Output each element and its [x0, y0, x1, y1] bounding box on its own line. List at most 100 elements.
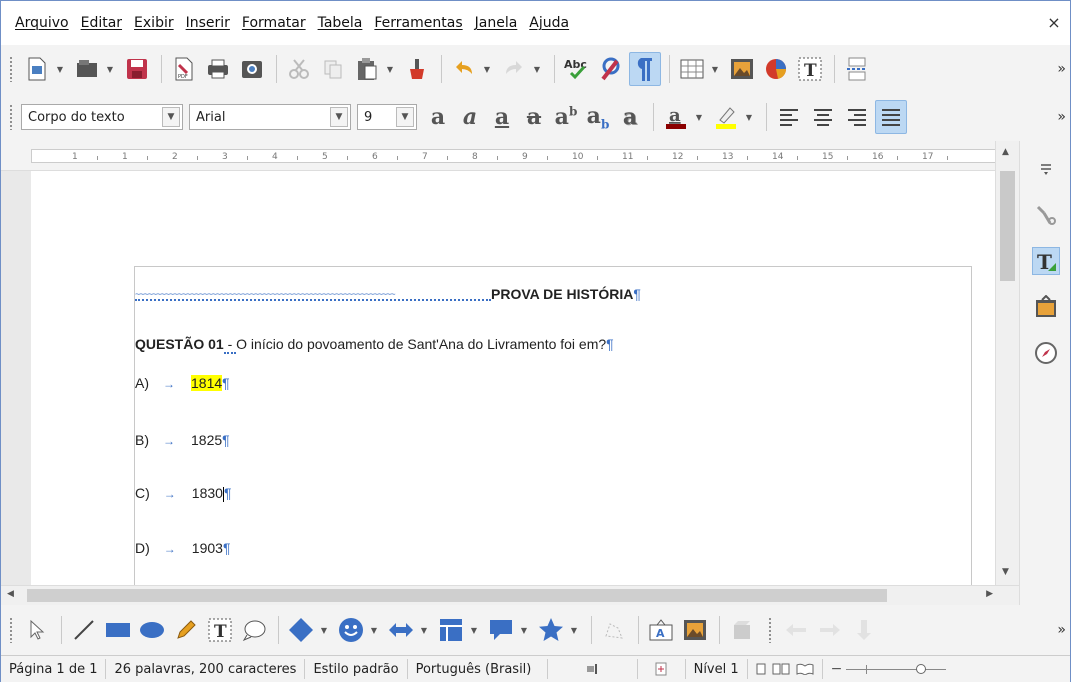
horizontal-scroll-thumb[interactable] — [27, 589, 887, 602]
callout-shapes-icon[interactable] — [485, 613, 517, 647]
vertical-scroll-thumb[interactable] — [1000, 171, 1015, 281]
styles-icon[interactable]: T — [1032, 247, 1060, 275]
table-icon[interactable] — [676, 52, 708, 86]
fontwork-icon[interactable]: A — [645, 613, 677, 647]
font-size-select[interactable]: 9 ▼ — [357, 104, 417, 130]
zoom-track[interactable] — [846, 663, 947, 674]
navigator-icon[interactable] — [1032, 339, 1060, 367]
shadow-icon[interactable]: a — [615, 104, 645, 130]
page-count[interactable]: Página 1 de 1 — [1, 659, 107, 679]
print-preview-icon[interactable] — [236, 52, 268, 86]
properties-icon[interactable] — [1032, 201, 1060, 229]
zoom-handle[interactable] — [916, 663, 927, 674]
block-arrows-icon[interactable] — [385, 613, 417, 647]
align-right-icon[interactable] — [841, 100, 873, 134]
paste-dropdown-icon[interactable]: ▼ — [385, 52, 395, 86]
cut-icon[interactable] — [283, 52, 315, 86]
image-icon[interactable] — [726, 52, 758, 86]
menu-arquivo[interactable]: Arquivo — [15, 15, 69, 31]
formatting-marks-icon[interactable] — [629, 52, 661, 86]
outline-level[interactable]: Nível 1 — [686, 659, 748, 679]
symbol-shapes-dropdown-icon[interactable]: ▼ — [369, 613, 379, 647]
block-arrows-dropdown-icon[interactable]: ▼ — [419, 613, 429, 647]
chevron-down-icon[interactable]: ▼ — [162, 107, 180, 127]
question-line[interactable]: QUESTÃO 01 - O início do povoamento de S… — [135, 336, 614, 354]
align-center-icon[interactable] — [807, 100, 839, 134]
document-title-line[interactable]: ~~~~~~~~~~~~~~~~~~~~~~~~~~~~~~~~~~~~~~~~… — [135, 286, 641, 302]
scroll-up-icon[interactable]: ▲ — [1002, 147, 1009, 157]
option-line[interactable]: C) → 1830¶ — [135, 485, 231, 502]
subscript-icon[interactable]: ab — [583, 103, 613, 131]
draw-textbox-icon[interactable]: T — [204, 613, 236, 647]
close-document-button[interactable]: × — [1046, 13, 1062, 32]
textbox-icon[interactable]: T — [794, 52, 826, 86]
language[interactable]: Português (Brasil) — [408, 659, 548, 679]
toolbar-grip[interactable] — [9, 104, 13, 130]
menu-tabela[interactable]: Tabela — [318, 15, 363, 31]
highlight-color-icon[interactable] — [710, 100, 742, 134]
points-icon[interactable] — [598, 613, 630, 647]
pencil-icon[interactable] — [170, 613, 202, 647]
page-style[interactable]: Estilo padrão — [305, 659, 408, 679]
scroll-right-icon[interactable]: ▶ — [986, 589, 993, 599]
stars-dropdown-icon[interactable]: ▼ — [569, 613, 579, 647]
toolbar-overflow-icon[interactable]: » — [1057, 61, 1066, 77]
menu-exibir[interactable]: Exibir — [134, 15, 174, 31]
document-page[interactable]: ~~~~~~~~~~~~~~~~~~~~~~~~~~~~~~~~~~~~~~~~… — [31, 171, 996, 585]
ellipse-icon[interactable] — [136, 613, 168, 647]
open-icon[interactable] — [71, 52, 103, 86]
stars-icon[interactable] — [535, 613, 567, 647]
paste-icon[interactable] — [351, 52, 383, 86]
flowchart-icon[interactable] — [435, 613, 467, 647]
redo-icon[interactable] — [498, 52, 530, 86]
undo-icon[interactable] — [448, 52, 480, 86]
option-line[interactable]: A) → 1814¶ — [135, 375, 230, 391]
copy-icon[interactable] — [317, 52, 349, 86]
toolbar-overflow-icon[interactable]: » — [1057, 622, 1066, 638]
menu-ajuda[interactable]: Ajuda — [529, 15, 569, 31]
arrow-left-disabled-icon[interactable] — [780, 613, 812, 647]
scroll-left-icon[interactable]: ◀ — [7, 589, 14, 599]
font-name-select[interactable]: Arial ▼ — [189, 104, 351, 130]
page-break-icon[interactable] — [841, 52, 873, 86]
redo-dropdown-icon[interactable]: ▼ — [532, 52, 542, 86]
open-dropdown-icon[interactable]: ▼ — [105, 52, 115, 86]
option-line[interactable]: D) → 1903¶ — [135, 540, 230, 556]
insert-image-icon[interactable] — [679, 613, 711, 647]
scroll-down-icon[interactable]: ▼ — [1002, 567, 1009, 577]
strikethrough-icon[interactable]: a — [519, 104, 549, 130]
underline-icon[interactable]: a — [487, 104, 517, 130]
horizontal-scrollbar[interactable]: ◀ ▶ — [1, 585, 1019, 605]
extrusion-icon[interactable] — [726, 613, 758, 647]
chevron-down-icon[interactable]: ▼ — [330, 107, 348, 127]
chevron-down-icon[interactable]: ▼ — [396, 107, 414, 127]
zoom-slider[interactable]: − — [823, 661, 955, 677]
callout-shapes-dropdown-icon[interactable]: ▼ — [519, 613, 529, 647]
new-document-icon[interactable] — [21, 52, 53, 86]
callout-icon[interactable] — [238, 613, 270, 647]
autocorrect-icon[interactable] — [595, 52, 627, 86]
spellcheck-icon[interactable]: Abc — [561, 52, 593, 86]
menu-ferramentas[interactable]: Ferramentas — [374, 15, 462, 31]
paragraph-style-select[interactable]: Corpo do texto ▼ — [21, 104, 183, 130]
arrow-right-disabled-icon[interactable] — [814, 613, 846, 647]
symbol-shapes-icon[interactable] — [335, 613, 367, 647]
export-pdf-icon[interactable]: PDF — [168, 52, 200, 86]
clone-formatting-icon[interactable] — [401, 52, 433, 86]
justify-icon[interactable] — [875, 100, 907, 134]
superscript-icon[interactable]: ab — [551, 104, 581, 130]
bold-icon[interactable]: a — [423, 104, 453, 130]
option-line[interactable]: B) → 1825¶ — [135, 432, 230, 448]
menu-formatar[interactable]: Formatar — [242, 15, 306, 31]
vertical-scrollbar[interactable]: ▲ ▼ — [995, 141, 1019, 585]
menu-editar[interactable]: Editar — [81, 15, 122, 31]
new-dropdown-icon[interactable]: ▼ — [55, 52, 65, 86]
font-color-dropdown-icon[interactable]: ▼ — [694, 100, 704, 134]
select-pointer-icon[interactable] — [21, 613, 53, 647]
sidebar-menu-icon[interactable] — [1032, 155, 1060, 183]
gallery-icon[interactable] — [1032, 293, 1060, 321]
print-icon[interactable] — [202, 52, 234, 86]
menu-janela[interactable]: Janela — [475, 15, 518, 31]
arrow-down-disabled-icon[interactable] — [848, 613, 880, 647]
italic-icon[interactable]: a — [455, 104, 485, 130]
